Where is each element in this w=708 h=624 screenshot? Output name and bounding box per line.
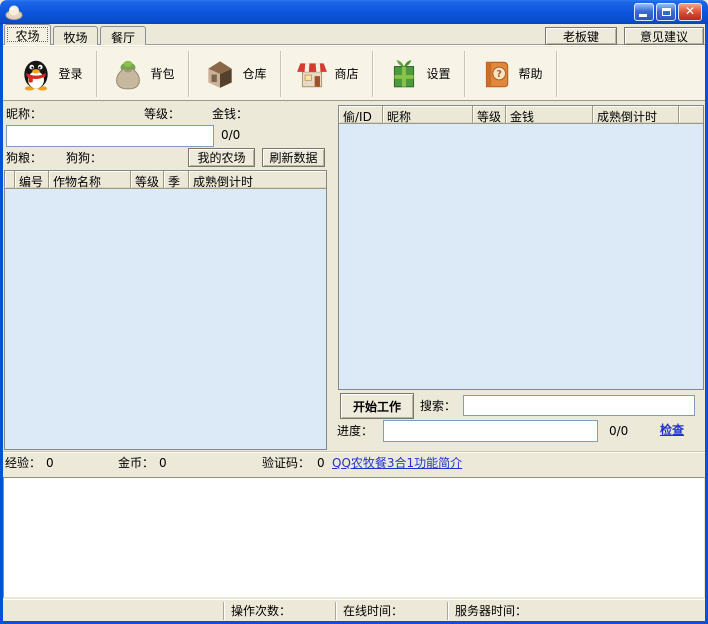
crops-col-id[interactable]: 编号 [15, 171, 49, 188]
crops-table[interactable]: 编号 作物名称 等级 季 成熟倒计时 [4, 170, 327, 450]
app-icon [5, 5, 23, 20]
friends-col-countdown[interactable]: 成熟倒计时 [593, 106, 679, 123]
main-toolbar: 登录 背包 仓库 商店 设置 ? 帮助 [3, 47, 705, 101]
tab-farm-label: 农场 [15, 29, 40, 43]
progress-count: 0/0 [609, 424, 629, 438]
settings-button[interactable]: 设置 [374, 49, 464, 99]
intro-link[interactable]: QQ农牧餐3合1功能简介 [332, 456, 462, 471]
exp-label: 经验： [5, 456, 42, 470]
green-box-icon [394, 59, 415, 87]
feedback-button[interactable]: 意见建议 [624, 27, 704, 45]
crops-table-header: 编号 作物名称 等级 季 成熟倒计时 [5, 171, 326, 189]
app-window: ✕ 农场 牧场 餐厅 老板键 意见建议 登录 背包 仓库 商店 设置 ? 帮助 … [0, 0, 708, 624]
warehouse-icon [208, 60, 233, 88]
status-bar: 操作次数： 在线时间： 服务器时间： [3, 599, 705, 621]
warehouse-label: 仓库 [242, 67, 267, 81]
friends-table-body[interactable] [339, 124, 703, 389]
backpack-button[interactable]: 背包 [98, 49, 188, 99]
status-ops: 操作次数： [231, 604, 292, 618]
nickname-input[interactable] [6, 125, 214, 147]
refresh-data-button[interactable]: 刷新数据 [262, 148, 325, 167]
minimize-icon [639, 14, 647, 17]
close-icon: ✕ [684, 4, 696, 18]
tab-restaurant[interactable]: 餐厅 [100, 26, 146, 45]
minimize-button[interactable] [634, 3, 654, 21]
warehouse-button[interactable]: 仓库 [190, 49, 280, 99]
friends-col-money[interactable]: 金钱 [506, 106, 593, 123]
tab-farm[interactable]: 农场 [4, 24, 51, 45]
money-value: 0/0 [221, 128, 241, 142]
dog-label: 狗狗： [66, 151, 103, 165]
my-farm-button[interactable]: 我的农场 [188, 148, 255, 167]
crops-col-level[interactable]: 等级 [131, 171, 164, 188]
money-label: 金钱： [212, 107, 249, 121]
settings-label: 设置 [426, 67, 451, 81]
status-server-time: 服务器时间： [455, 604, 528, 618]
tab-ranch-label: 牧场 [63, 31, 88, 45]
gold-value: 0 [159, 456, 167, 470]
friends-table-header: 偷/ID 昵称 等级 金钱 成熟倒计时 [339, 106, 703, 124]
friends-col-level[interactable]: 等级 [473, 106, 506, 123]
crops-col-countdown[interactable]: 成熟倒计时 [189, 171, 326, 188]
login-button[interactable]: 登录 [6, 49, 96, 99]
money-bag-icon [116, 60, 141, 89]
search-input[interactable] [463, 395, 695, 416]
login-label: 登录 [58, 67, 83, 81]
captcha-label: 验证码： [262, 456, 311, 470]
title-bar[interactable]: ✕ [0, 0, 708, 24]
backpack-label: 背包 [150, 67, 175, 81]
maximize-icon [662, 8, 671, 16]
crops-col-season[interactable]: 季 [164, 171, 189, 188]
search-label: 搜索： [420, 399, 457, 413]
gold-label: 金币： [118, 456, 155, 470]
crops-table-body[interactable] [5, 189, 326, 449]
shop-button[interactable]: 商店 [282, 49, 372, 99]
qq-penguin-icon [24, 60, 49, 90]
stats-divider [3, 451, 705, 453]
friends-col-extra[interactable] [679, 106, 703, 123]
shop-label: 商店 [334, 67, 359, 81]
crops-col-selector[interactable] [5, 171, 15, 188]
close-button[interactable]: ✕ [678, 3, 702, 21]
toolbar-separator [556, 50, 558, 97]
status-panel-blank [3, 602, 223, 620]
start-work-button[interactable]: 开始工作 [340, 393, 414, 419]
nickname-label: 昵称： [6, 107, 43, 121]
maximize-button[interactable] [656, 3, 676, 21]
status-online-time: 在线时间： [343, 604, 404, 618]
progress-input[interactable] [383, 420, 598, 442]
level-label: 等级： [144, 107, 181, 121]
check-link[interactable]: 检查 [660, 423, 684, 438]
crops-col-name[interactable]: 作物名称 [49, 171, 131, 188]
help-button[interactable]: ? 帮助 [466, 49, 556, 99]
log-textarea[interactable] [3, 477, 705, 598]
dogfood-label: 狗粮： [6, 151, 43, 165]
friends-table[interactable]: 偷/ID 昵称 等级 金钱 成熟倒计时 [338, 105, 704, 390]
friends-col-steal-id[interactable]: 偷/ID [339, 106, 383, 123]
help-label: 帮助 [518, 67, 543, 81]
progress-label: 进度： [337, 424, 374, 438]
exp-value: 0 [46, 456, 54, 470]
help-book-icon: ? [486, 61, 509, 87]
tab-ranch[interactable]: 牧场 [53, 26, 98, 45]
svg-text:?: ? [497, 69, 503, 80]
boss-key-button[interactable]: 老板键 [545, 27, 617, 45]
shop-icon [297, 62, 328, 87]
captcha-value: 0 [317, 456, 325, 470]
friends-col-nickname[interactable]: 昵称 [383, 106, 473, 123]
tab-restaurant-label: 餐厅 [110, 31, 135, 45]
